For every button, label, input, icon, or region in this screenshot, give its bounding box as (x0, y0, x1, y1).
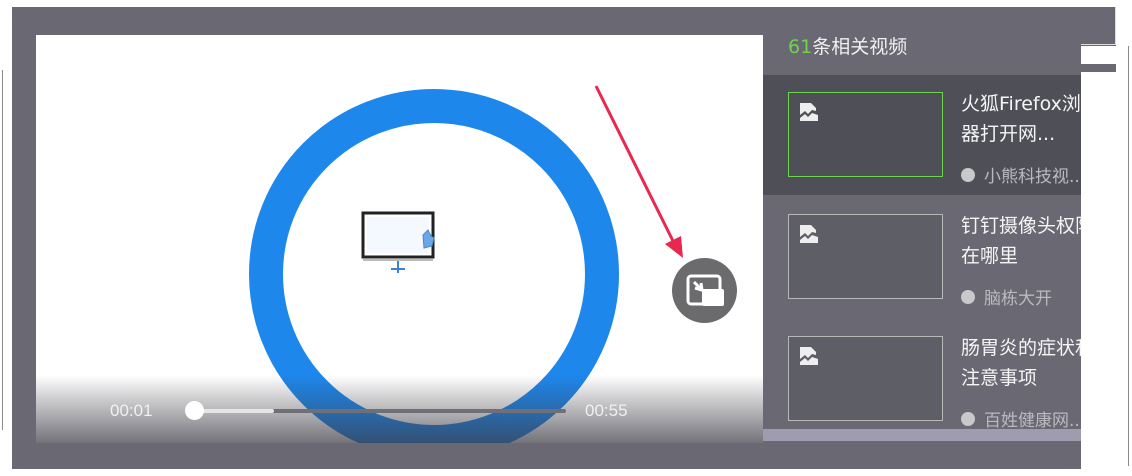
video-title: 钉钉摄像头权限 在哪里 (961, 215, 1081, 267)
progress-knob[interactable] (184, 401, 204, 420)
related-count: 61 (788, 36, 813, 58)
broken-image-icon (800, 225, 818, 243)
related-video-item[interactable]: 肠胃炎的症状和 注意事项 百姓健康网... (763, 319, 1081, 439)
author-name: 小熊科技视... (984, 167, 1081, 187)
broken-image-icon (800, 103, 818, 121)
video-title: 火狐Firefox浏览 器打开网... (961, 93, 1081, 145)
picture-in-picture-icon (686, 274, 724, 306)
corner-box (1081, 7, 1116, 45)
video-thumbnail (788, 214, 943, 299)
progress-bar[interactable] (184, 401, 566, 420)
related-videos-header: 61条相关视频 (788, 32, 907, 59)
related-video-item[interactable]: 火狐Firefox浏览 器打开网... 小熊科技视... (763, 75, 1081, 195)
author-avatar-icon (961, 289, 975, 304)
related-videos-panel: 61条相关视频 火狐Firefox浏览 器打开网... 小熊科技视... 钉钉摄… (763, 7, 1081, 442)
broken-image-icon (800, 347, 818, 365)
video-title: 肠胃炎的症状和 注意事项 (961, 337, 1081, 389)
page-edge-line (1128, 46, 1129, 466)
video-thumbnail (788, 336, 943, 421)
related-header-label: 条相关视频 (812, 36, 908, 58)
video-author: 百姓健康网... (961, 406, 1081, 431)
computer-monitor-icon (361, 211, 435, 273)
author-name: 百姓健康网... (984, 411, 1081, 431)
page-edge-line (2, 70, 3, 430)
author-avatar-icon (961, 167, 975, 182)
sidebar-bottom-strip (763, 429, 1081, 441)
page-margin (1081, 46, 1132, 64)
author-name: 脑栋大开 (984, 289, 1052, 309)
related-video-item[interactable]: 钉钉摄像头权限 在哪里 脑栋大开 (763, 197, 1081, 317)
current-time: 00:01 (110, 401, 153, 420)
video-author: 小熊科技视... (961, 162, 1081, 187)
video-author: 脑栋大开 (961, 284, 1052, 309)
video-thumbnail (788, 92, 943, 177)
video-player[interactable]: 00:01 00:55 (36, 35, 763, 443)
picture-in-picture-button[interactable] (672, 258, 737, 323)
page-margin (1081, 72, 1132, 476)
total-duration: 00:55 (585, 401, 628, 420)
author-avatar-icon (961, 411, 975, 426)
